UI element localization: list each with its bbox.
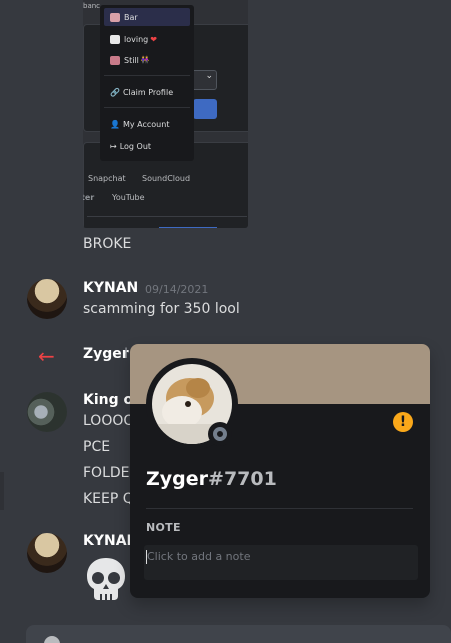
logout-icon: ↦	[110, 141, 117, 151]
embed-blue-bar	[159, 227, 217, 228]
message-composer[interactable]	[26, 625, 451, 643]
message-text: KEEP Q	[83, 491, 134, 507]
menu-item-my-account: 👤 My Account	[104, 115, 190, 133]
account-dropdown-menu: Bar loving ❤ Still 👭 🔗 Claim Profile 👤 M…	[100, 5, 194, 161]
menu-item-label: loving	[124, 34, 149, 44]
warning-badge-icon[interactable]: !	[393, 412, 413, 432]
message-timestamp: 09/14/2021	[145, 283, 209, 296]
add-attachment-icon[interactable]	[44, 636, 60, 643]
message-username[interactable]: Zyger	[83, 346, 129, 362]
avatar[interactable]	[27, 279, 67, 319]
message-trailing: I	[124, 346, 129, 362]
link-icon: 🔗	[110, 87, 120, 97]
message-text: FOLDE	[83, 465, 130, 481]
embed-social-twitter: ter	[83, 193, 95, 202]
embed-blue-button	[193, 99, 217, 119]
username: Zyger	[146, 468, 209, 490]
message-text: scamming for 350 lool	[83, 301, 240, 317]
bow-avatar-icon	[110, 34, 120, 44]
message-username[interactable]: KYNAN	[83, 280, 138, 296]
embed-social-soundcloud: SoundCloud	[142, 174, 191, 183]
menu-item-loving: loving ❤	[104, 30, 190, 48]
pink-avatar-icon	[110, 55, 120, 65]
arrow-left-icon: ←	[38, 344, 55, 368]
menu-item-still: Still 👭	[104, 51, 190, 69]
menu-item-label: My Account	[122, 119, 170, 129]
offline-status-icon	[213, 427, 227, 441]
avatar[interactable]	[27, 392, 67, 432]
embed-divider	[87, 216, 247, 217]
user-profile-popout: ! Zyger#7701 NOTE	[130, 344, 430, 598]
pink-avatar-icon	[110, 12, 120, 22]
menu-item-claim-profile: 🔗 Claim Profile	[104, 83, 190, 101]
profile-username[interactable]: Zyger#7701	[146, 468, 277, 490]
embed-cut-text: banc	[83, 2, 101, 10]
skull-emoji	[87, 558, 125, 600]
embed-social-snapchat: Snapchat	[88, 174, 126, 183]
avatar[interactable]	[27, 533, 67, 573]
profile-divider	[146, 508, 413, 509]
scroll-strip	[0, 472, 4, 510]
friends-emoji: 👭	[140, 56, 150, 64]
menu-item-label: Still	[124, 55, 139, 65]
menu-item-log-out: ↦ Log Out	[104, 137, 190, 155]
message-text: BROKE	[83, 236, 132, 252]
message-text: LOOOO	[83, 413, 135, 429]
user-icon: 👤	[110, 119, 120, 129]
text-caret	[146, 550, 147, 564]
menu-separator	[104, 75, 190, 76]
menu-item-label: Claim Profile	[122, 87, 174, 97]
note-input[interactable]	[144, 545, 418, 580]
note-label: NOTE	[146, 521, 181, 534]
embed-social-youtube: YouTube	[112, 193, 145, 202]
menu-separator	[104, 107, 190, 108]
embedded-screenshot[interactable]: banc ⌄ Snapchat SoundCloud ter YouTube B…	[83, 0, 248, 228]
message-text: PCE	[83, 439, 111, 455]
menu-item-bar: Bar	[104, 8, 190, 26]
heart-icon: ❤	[150, 34, 157, 44]
menu-item-label: Log Out	[119, 141, 152, 151]
discriminator: #7701	[208, 468, 277, 490]
menu-item-label: Bar	[124, 12, 138, 22]
